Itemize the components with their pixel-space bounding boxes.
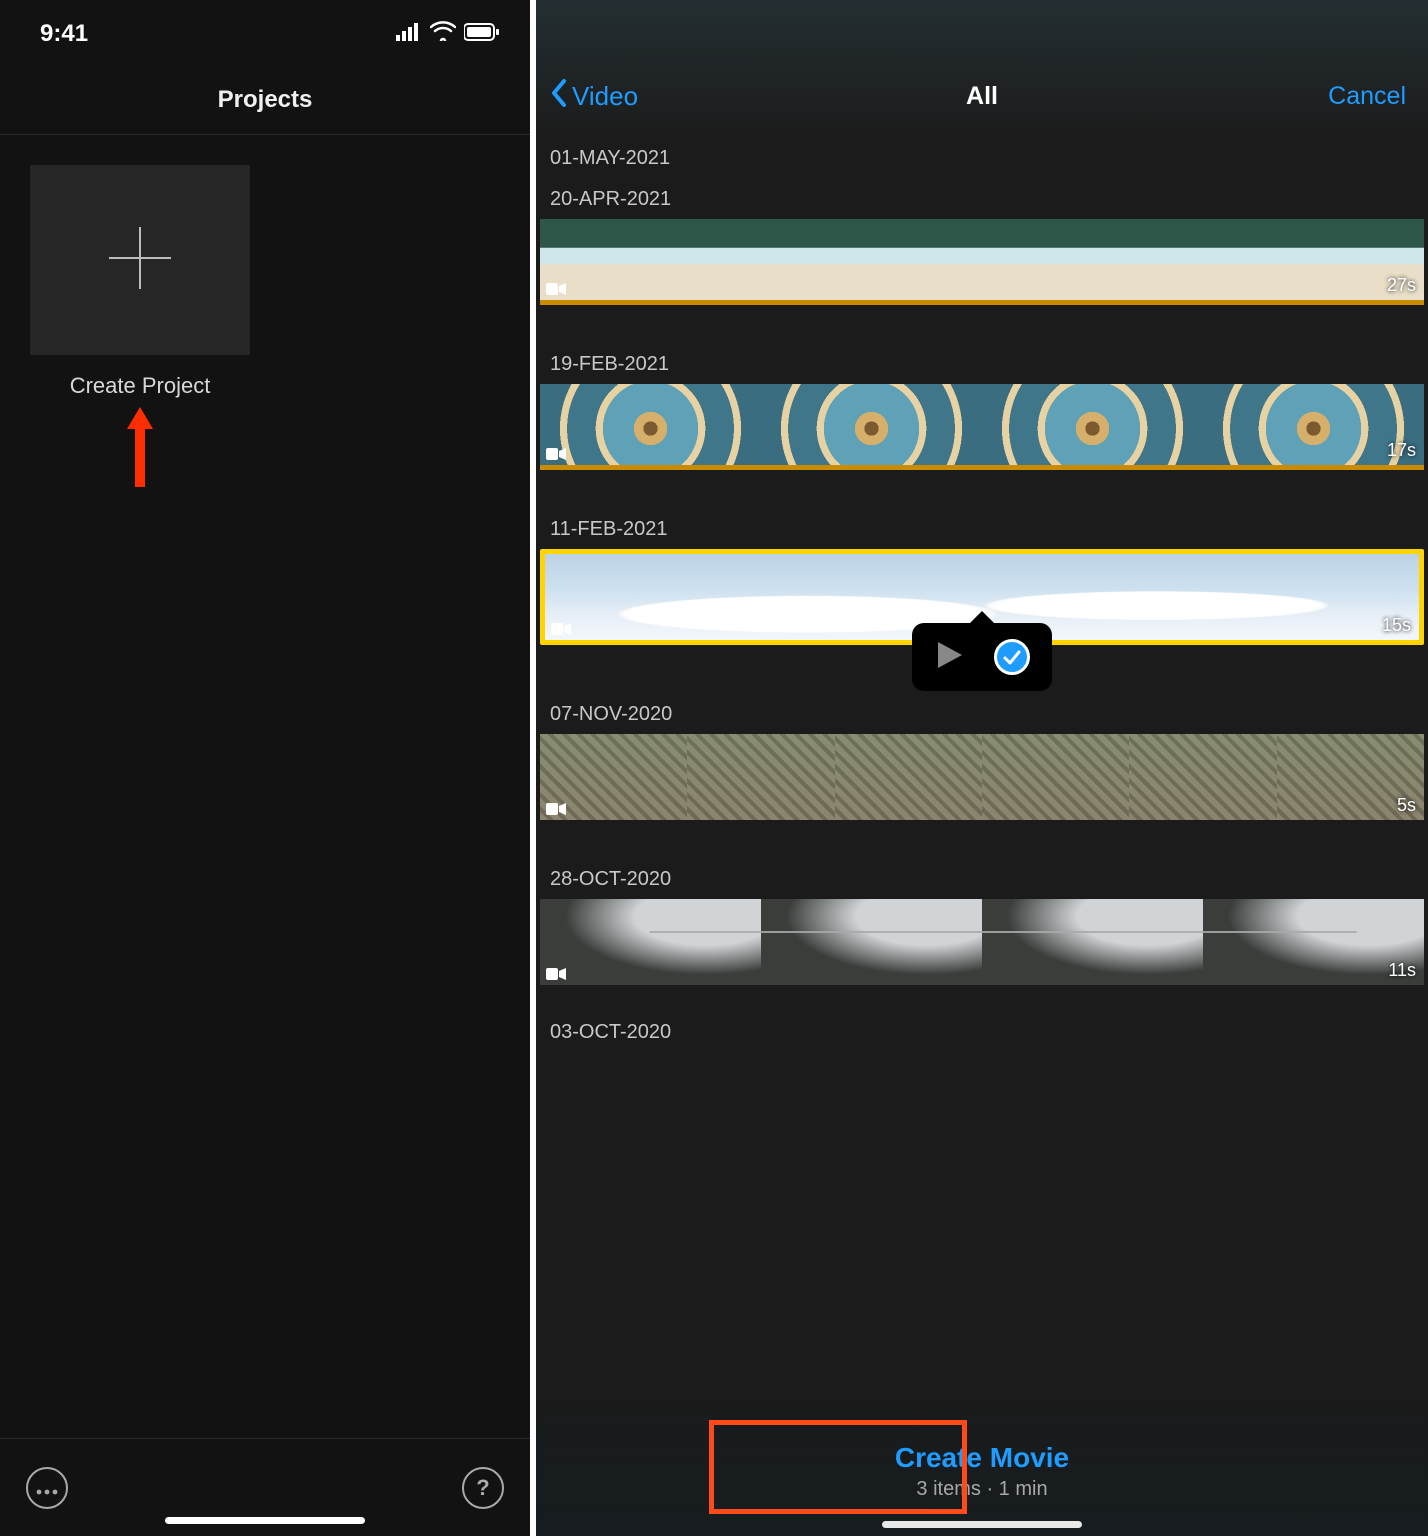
media-picker-screen: Video All Cancel 01-MAY-2021 20-APR-2021…: [536, 0, 1428, 1536]
duration-label: 15s: [1382, 615, 1411, 636]
video-icon: [546, 447, 566, 461]
video-clip[interactable]: 11s: [540, 899, 1424, 985]
cellular-icon: [396, 20, 422, 48]
video-clip[interactable]: 17s: [540, 384, 1424, 470]
status-time: 9:41: [40, 20, 88, 48]
more-button[interactable]: [26, 1467, 68, 1509]
chevron-left-icon: [550, 78, 568, 115]
wifi-icon: [430, 20, 456, 48]
status-icons: [396, 20, 500, 48]
question-icon: ?: [476, 1475, 489, 1501]
duration-label: 11s: [1388, 960, 1416, 981]
section-date: 28-OCT-2020: [536, 858, 1428, 899]
duration-label: 17s: [1387, 440, 1416, 461]
clip-popover: [912, 623, 1052, 691]
help-button[interactable]: ?: [462, 1467, 504, 1509]
back-button[interactable]: Video: [550, 78, 638, 115]
footer-bar: Create Movie 3 items · 1 min: [536, 1406, 1428, 1536]
section-date: 07-NOV-2020: [536, 693, 1428, 734]
nav-bar: Video All Cancel: [536, 0, 1428, 137]
section-date: 11-FEB-2021: [536, 508, 1428, 549]
ellipsis-icon: [36, 1475, 58, 1501]
back-label: Video: [572, 81, 638, 112]
section-date: 01-MAY-2021: [536, 137, 1428, 178]
play-button[interactable]: [934, 640, 964, 675]
video-icon: [546, 282, 566, 296]
video-icon: [551, 622, 571, 636]
clip-list[interactable]: 01-MAY-2021 20-APR-2021 27s 19-FEB-2021 …: [536, 137, 1428, 1052]
duration-label: 5s: [1397, 795, 1416, 816]
section-date: 19-FEB-2021: [536, 343, 1428, 384]
video-clip[interactable]: 27s: [540, 219, 1424, 305]
nav-title[interactable]: All: [966, 82, 998, 111]
page-title: Projects: [0, 58, 530, 135]
create-project-tile[interactable]: [30, 165, 250, 355]
section-date: 20-APR-2021: [536, 178, 1428, 219]
create-project-label: Create Project: [30, 373, 250, 399]
create-movie-button[interactable]: Create Movie: [895, 1442, 1069, 1474]
confirm-button[interactable]: [994, 639, 1030, 675]
duration-label: 27s: [1387, 275, 1416, 296]
home-indicator[interactable]: [882, 1521, 1082, 1528]
section-date: 03-OCT-2020: [536, 1011, 1428, 1052]
projects-screen: 9:41 Projects Create Project: [0, 0, 530, 1536]
annotation-arrow-icon: [125, 407, 500, 492]
video-icon: [546, 802, 566, 816]
status-bar: 9:41: [0, 0, 530, 58]
selection-summary: 3 items · 1 min: [916, 1478, 1047, 1501]
cancel-button[interactable]: Cancel: [1328, 82, 1406, 111]
video-icon: [546, 967, 566, 981]
home-indicator[interactable]: [165, 1517, 365, 1524]
plus-icon: [105, 223, 175, 298]
battery-icon: [464, 20, 500, 48]
video-clip[interactable]: 5s: [540, 734, 1424, 820]
